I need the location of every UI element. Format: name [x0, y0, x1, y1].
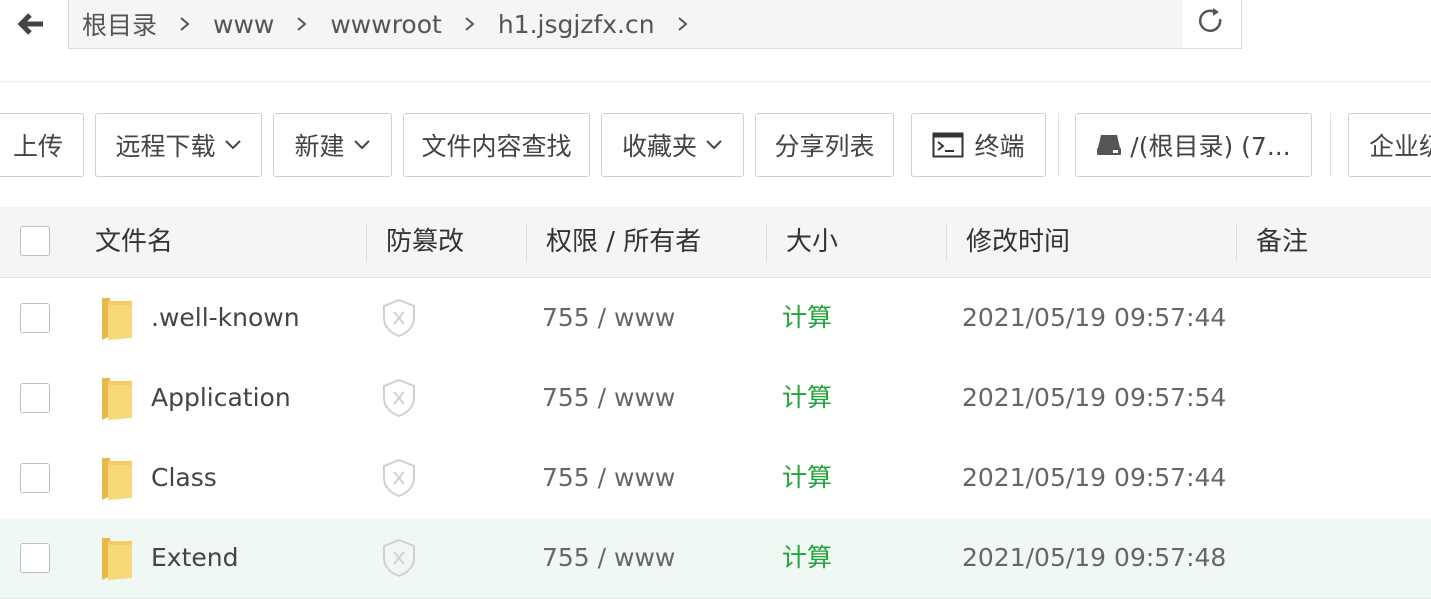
breadcrumb-item-wwwroot[interactable]: wwwroot: [310, 10, 477, 39]
header-filename[interactable]: 文件名: [95, 207, 173, 277]
header-permission[interactable]: 权限 / 所有者: [546, 207, 701, 277]
toolbar-divider: [1330, 113, 1331, 177]
refresh-icon: [1198, 8, 1222, 32]
new-button[interactable]: 新建: [273, 113, 392, 177]
shield-x-icon[interactable]: [381, 538, 417, 578]
column-divider: [366, 223, 367, 261]
remote-download-label: 远程下载: [115, 132, 216, 161]
share-list-label: 分享列表: [774, 132, 875, 161]
calc-size-link[interactable]: 计算: [782, 518, 832, 598]
terminal-button[interactable]: 终端: [911, 113, 1046, 177]
breadcrumb-label[interactable]: wwwroot: [310, 10, 461, 39]
favorites-label: 收藏夹: [621, 132, 697, 161]
table-row[interactable]: Class 755 / www 计算 2021/05/19 09:57:44: [0, 438, 1431, 519]
table-row[interactable]: Application 755 / www 计算 2021/05/19 09:5…: [0, 358, 1431, 439]
file-name[interactable]: Extend: [151, 518, 239, 598]
select-all-checkbox[interactable]: [20, 226, 50, 256]
upload-button[interactable]: 上传: [0, 113, 84, 177]
calc-size-link[interactable]: 计算: [782, 438, 832, 518]
folder-icon: [102, 538, 132, 580]
remote-download-button[interactable]: 远程下载: [95, 113, 262, 177]
breadcrumb-item-site[interactable]: h1.jsgjzfx.cn: [478, 10, 691, 39]
chevron-right-icon: [677, 17, 688, 31]
terminal-label: 终端: [974, 132, 1025, 161]
chevron-down-icon: [353, 140, 370, 150]
header-note: 备注: [1256, 227, 1309, 257]
disk-label: /(根目录) (7...: [1130, 132, 1291, 161]
chevron-right-icon: [297, 17, 307, 31]
disk-button[interactable]: /(根目录) (7...: [1075, 113, 1312, 177]
column-divider: [526, 223, 527, 261]
chevron-down-icon: [224, 140, 241, 150]
table-row[interactable]: .well-known 755 / www 计算 2021/05/19 09:5…: [0, 278, 1431, 359]
row-checkbox[interactable]: [20, 463, 50, 493]
modified-time: 2021/05/19 09:57:44: [962, 303, 1227, 332]
permission-owner[interactable]: 755 / www: [542, 278, 675, 358]
calc-size-link[interactable]: 计算: [782, 278, 832, 358]
terminal-icon: [932, 132, 964, 158]
refresh-button[interactable]: [1182, 0, 1242, 49]
shield-x-icon[interactable]: [381, 378, 417, 418]
breadcrumb-label[interactable]: h1.jsgjzfx.cn: [478, 10, 675, 39]
column-divider: [766, 223, 767, 261]
enterprise-button[interactable]: 企业级: [1348, 113, 1431, 177]
shield-x-icon[interactable]: [381, 298, 417, 338]
breadcrumb-item-root[interactable]: 根目录: [69, 6, 193, 42]
chevron-right-icon: [180, 17, 190, 31]
chevron-down-icon: [706, 140, 722, 150]
permission-owner[interactable]: 755 / www: [542, 358, 675, 438]
new-label: 新建: [294, 132, 345, 161]
back-button[interactable]: [0, 0, 69, 48]
breadcrumb: 根目录 www wwwroot h1.jsgjzfx.cn: [68, 0, 1184, 49]
folder-icon: [102, 458, 132, 500]
file-name[interactable]: Application: [151, 358, 291, 438]
divider: [0, 81, 1431, 82]
content-search-button[interactable]: 文件内容查找: [403, 113, 590, 177]
calc-size-link[interactable]: 计算: [782, 358, 832, 438]
favorites-button[interactable]: 收藏夹: [601, 113, 744, 177]
permission-owner[interactable]: 755 / www: [542, 438, 675, 518]
arrow-left-icon: [18, 13, 43, 35]
file-name[interactable]: .well-known: [151, 278, 300, 358]
enterprise-label: 企业级: [1369, 132, 1431, 161]
disk-icon: [1097, 135, 1122, 155]
modified-time: 2021/05/19 09:57:44: [962, 463, 1227, 492]
row-checkbox[interactable]: [20, 543, 50, 573]
path-bar: 根目录 www wwwroot h1.jsgjzfx.cn: [0, 0, 1242, 50]
modified-time: 2021/05/19 09:57:54: [962, 383, 1227, 412]
row-checkbox[interactable]: [20, 383, 50, 413]
breadcrumb-label[interactable]: www: [193, 10, 294, 39]
permission-owner[interactable]: 755 / www: [542, 518, 675, 598]
column-divider: [1236, 223, 1237, 261]
header-size[interactable]: 大小: [786, 207, 838, 277]
breadcrumb-label[interactable]: 根目录: [69, 6, 177, 42]
share-list-button[interactable]: 分享列表: [755, 113, 894, 177]
header-tamper: 防篡改: [386, 227, 465, 257]
shield-x-icon[interactable]: [381, 458, 417, 498]
chevron-right-icon: [465, 17, 475, 31]
breadcrumb-item-www[interactable]: www: [193, 10, 310, 39]
upload-label: 上传: [12, 132, 63, 161]
table-header: 文件名 防篡改 权限 / 所有者 大小 修改时间 备注: [0, 207, 1431, 278]
table-row[interactable]: Extend 755 / www 计算 2021/05/19 09:57:48: [0, 518, 1431, 599]
header-mtime[interactable]: 修改时间: [966, 207, 1070, 277]
modified-time: 2021/05/19 09:57:48: [962, 543, 1227, 572]
column-divider: [946, 223, 947, 261]
file-name[interactable]: Class: [151, 438, 217, 518]
folder-icon: [102, 298, 132, 340]
toolbar-divider: [1058, 113, 1059, 177]
folder-icon: [102, 378, 132, 420]
content-search-label: 文件内容查找: [421, 132, 572, 161]
row-checkbox[interactable]: [20, 303, 50, 333]
